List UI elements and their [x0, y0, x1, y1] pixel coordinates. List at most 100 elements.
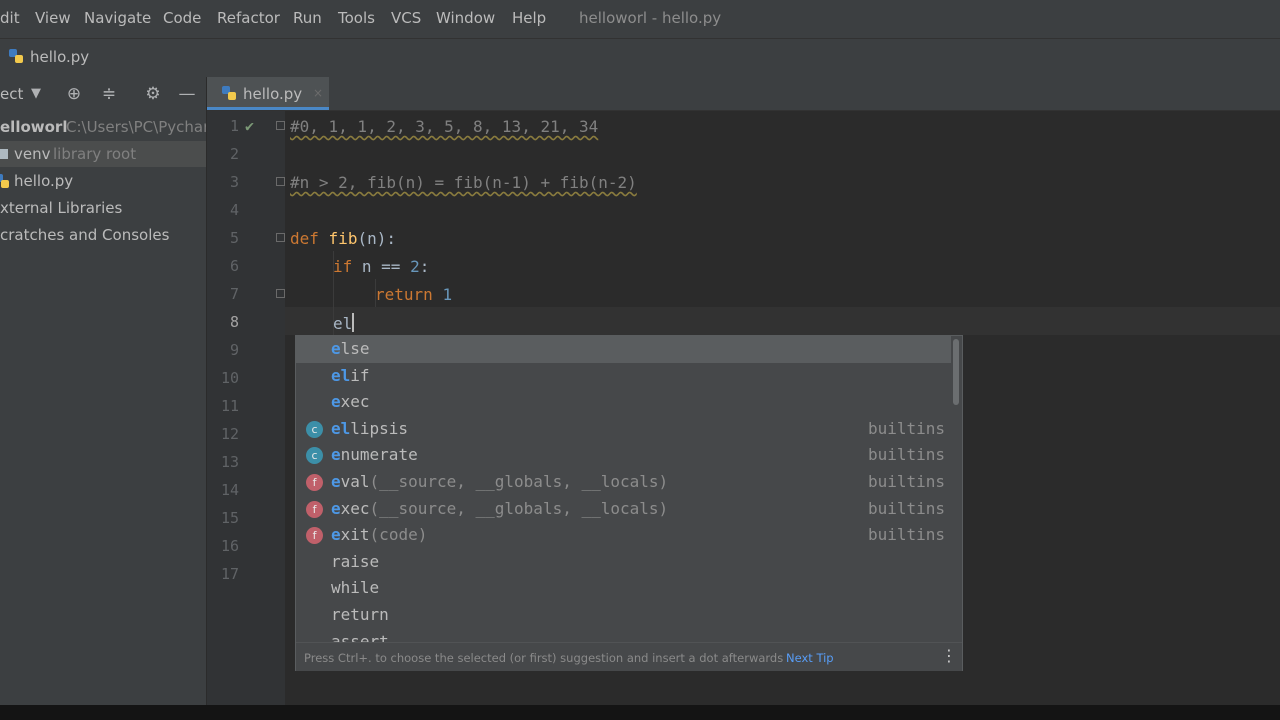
line-number: 2 [229, 145, 239, 163]
completion-item[interactable]: return [296, 602, 951, 629]
completion-popup: else elif exec c ellipsis builtins c enumerate b… [295, 335, 963, 671]
fold-marker-icon[interactable] [276, 177, 285, 186]
fold-marker-icon[interactable] [276, 121, 285, 130]
tree-item-label: hello.py [14, 172, 74, 190]
completion-item-label: return [331, 605, 389, 624]
code-text: : [419, 257, 430, 276]
tree-item-scratches[interactable]: cratches and Consoles [0, 222, 206, 248]
menu-navigate[interactable]: Navigate [84, 9, 151, 27]
keyword: return [375, 285, 433, 304]
function-icon: f [306, 527, 323, 544]
function-icon: f [306, 474, 323, 491]
tree-item-hint: library root [53, 145, 137, 163]
completion-match: e [331, 392, 341, 411]
project-view-selector[interactable]: ect [0, 85, 23, 103]
completion-match: e [331, 445, 341, 464]
hide-icon[interactable]: — [177, 84, 197, 104]
completion-item-label: exec [331, 392, 370, 411]
completion-rest: if [350, 366, 370, 385]
completion-item[interactable]: c ellipsis builtins [296, 416, 951, 443]
completion-item-label: assert [331, 632, 389, 642]
completion-args: (code) [369, 525, 428, 544]
line-number: 12 [220, 425, 239, 443]
line-number-current: 8 [229, 313, 239, 331]
class-icon: c [306, 447, 323, 464]
completion-item-label: enumerate [331, 445, 418, 464]
completion-item[interactable]: elif [296, 363, 951, 390]
code-line-1: #0, 1, 1, 2, 3, 5, 8, 13, 21, 34 [290, 117, 598, 136]
keyword: def [290, 229, 319, 248]
function-icon: f [306, 501, 323, 518]
completion-item[interactable]: f eval(__source, __globals, __locals) buil… [296, 469, 951, 496]
completion-item[interactable]: else [296, 336, 951, 363]
menu-vcs[interactable]: VCS [391, 9, 421, 27]
function-name: fib [328, 229, 358, 248]
dropdown-arrow-icon[interactable]: ▼ [26, 84, 46, 104]
line-number: 14 [220, 481, 239, 499]
line-number: 9 [229, 341, 239, 359]
breadcrumb-file[interactable]: hello.py [8, 48, 89, 66]
tree-item-project-root[interactable]: elloworl C:\Users\PC\Pychar [0, 114, 206, 140]
completion-item-label: exit(code) [331, 525, 427, 544]
more-options-icon[interactable]: ⋮ [941, 646, 957, 665]
completion-item-label: exec(__source, __globals, __locals) [331, 499, 668, 518]
completion-rest: while [331, 578, 380, 597]
tree-item-hello-py[interactable]: hello.py [0, 168, 206, 194]
tree-item-venv[interactable]: venv library root [0, 141, 206, 167]
code-text: (n): [357, 229, 396, 248]
completion-source: builtins [867, 445, 945, 464]
menu-run[interactable]: Run [293, 9, 322, 27]
completion-args: (__source, __globals, __locals) [369, 499, 669, 518]
close-icon[interactable]: × [313, 86, 323, 100]
scrollbar-thumb[interactable] [953, 339, 959, 405]
tree-item-external-libraries[interactable]: xternal Libraries [0, 195, 206, 221]
completion-scrollbar[interactable] [952, 337, 960, 641]
ide-window: dit View Navigate Code Refactor Run Tool… [0, 0, 1280, 720]
menu-bar: dit View Navigate Code Refactor Run Tool… [0, 0, 1280, 38]
completion-item[interactable]: f exit(code) builtins [296, 522, 951, 549]
tree-item-label: xternal Libraries [0, 199, 123, 217]
line-number: 5 [229, 229, 239, 247]
completion-item-label: eval(__source, __globals, __locals) [331, 472, 668, 491]
menu-edit[interactable]: dit [0, 9, 20, 27]
line-number: 11 [220, 397, 239, 415]
fold-marker-icon[interactable] [276, 233, 285, 242]
code-text: n == [352, 257, 411, 276]
completion-item-label: while [331, 578, 379, 597]
code-line-5: def fib(n): [290, 229, 396, 248]
gear-icon[interactable]: ⚙ [143, 84, 163, 104]
menu-code[interactable]: Code [163, 9, 201, 27]
completion-source: builtins [867, 499, 945, 518]
project-tool-window: ect ▼ ⊕ ≑ ⚙ — elloworl C:\Users\PC\Pycha… [0, 77, 207, 720]
menu-refactor[interactable]: Refactor [217, 9, 280, 27]
completion-item[interactable]: raise [296, 549, 951, 576]
menu-help[interactable]: Help [512, 9, 546, 27]
tree-item-label: elloworl [0, 118, 68, 136]
typed-text: el [333, 314, 353, 333]
project-header: ect ▼ ⊕ ≑ ⚙ — [0, 77, 206, 111]
completion-item[interactable]: c enumerate builtins [296, 442, 951, 469]
menu-view[interactable]: View [35, 9, 71, 27]
completion-item[interactable]: while [296, 575, 951, 602]
menu-tools[interactable]: Tools [338, 9, 375, 27]
completion-match: e [331, 525, 341, 544]
line-number: 7 [229, 285, 239, 303]
line-number: 1 [229, 117, 239, 135]
completion-item[interactable]: f exec(__source, __globals, __locals) buil… [296, 496, 951, 523]
completion-item[interactable]: assert [296, 629, 951, 642]
python-file-icon [222, 86, 236, 100]
menu-window[interactable]: Window [436, 9, 495, 27]
tab-hello-py[interactable]: hello.py × [207, 77, 329, 110]
collapse-all-icon[interactable]: ≑ [99, 84, 119, 104]
line-number: 6 [229, 257, 239, 275]
completion-footer: Press Ctrl+. to choose the selected (or … [296, 642, 962, 671]
next-tip-link[interactable]: Next Tip [786, 651, 834, 665]
completion-item[interactable]: exec [296, 389, 951, 416]
tree-item-label: cratches and Consoles [0, 226, 170, 244]
folder-icon [0, 149, 8, 159]
fold-marker-icon[interactable] [276, 289, 285, 298]
current-line-highlight [285, 307, 1280, 335]
locate-icon[interactable]: ⊕ [64, 84, 84, 104]
completion-rest: xec [340, 392, 370, 411]
completion-source: builtins [867, 419, 945, 438]
